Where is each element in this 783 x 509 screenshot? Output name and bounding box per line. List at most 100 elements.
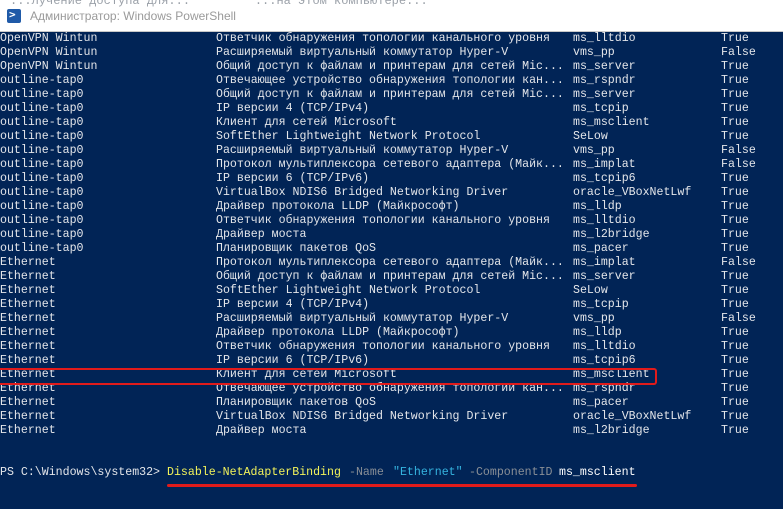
table-row: outline-tap0 Планировщик пакетов QoS ms_pa… <box>0 242 783 256</box>
adapter-name-cell: outline-tap0 <box>0 74 84 87</box>
adapter-name-cell: outline-tap0 <box>0 228 84 241</box>
adapter-name-cell: OpenVPN Wintun <box>0 46 98 59</box>
component-id-cell: ms_implat <box>573 158 636 171</box>
enabled-cell: True <box>721 354 749 367</box>
adapter-name-cell: Ethernet <box>0 410 56 423</box>
table-row: Ethernet Планировщик пакетов QoS ms_pacer T… <box>0 396 783 410</box>
table-row: outline-tap0 Драйвер протокола LLDP (Майк… <box>0 200 783 214</box>
componentid-value: ms_msclient <box>559 466 636 479</box>
component-id-cell: ms_tcpip6 <box>573 172 636 185</box>
enabled-cell: True <box>721 326 749 339</box>
enabled-cell: True <box>721 368 749 381</box>
display-name-cell: Общий доступ к файлам и принтерам для се… <box>216 88 564 101</box>
enabled-cell: True <box>721 116 749 129</box>
component-id-cell: ms_server <box>573 88 636 101</box>
display-name-cell: Драйвер протокола LLDP (Майкрософт) <box>216 200 460 213</box>
display-name-cell: Драйвер моста <box>216 424 307 437</box>
table-row: Ethernet IP версии 4 (TCP/IPv4) ms_tcpip Tr… <box>0 298 783 312</box>
component-id-cell: vms_pp <box>573 46 615 59</box>
enabled-cell: True <box>721 382 749 395</box>
table-row: outline-tap0 Расширяемый виртуальный комм… <box>0 144 783 158</box>
enabled-cell: True <box>721 298 749 311</box>
adapter-name-cell: OpenVPN Wintun <box>0 60 98 73</box>
command-line[interactable]: PS C:\Windows\system32> Disable-NetAdapt… <box>0 465 783 481</box>
display-name-cell: VirtualBox NDIS6 Bridged Networking Driv… <box>216 186 509 199</box>
table-row: Ethernet Общий доступ к файлам и принтера… <box>0 270 783 284</box>
table-row: Ethernet VirtualBox NDIS6 Bridged Network… <box>0 410 783 424</box>
adapter-name-cell: outline-tap0 <box>0 200 84 213</box>
adapter-name-cell: OpenVPN Wintun <box>0 32 98 45</box>
display-name-cell: VirtualBox NDIS6 Bridged Networking Driv… <box>216 410 509 423</box>
component-id-cell: ms_lldp <box>573 326 622 339</box>
adapter-name-cell: Ethernet <box>0 312 56 325</box>
powershell-icon: > <box>7 8 21 23</box>
table-row: OpenVPN Wintun Расширяемый виртуальный ко… <box>0 46 783 60</box>
component-id-cell: SeLow <box>573 284 608 297</box>
display-name-cell: Отвечающее устройство обнаружения тополо… <box>216 74 564 87</box>
table-row: Ethernet SoftEther Lightweight Network Pr… <box>0 284 783 298</box>
component-id-cell: ms_tcpip <box>573 298 629 311</box>
adapter-name-cell: Ethernet <box>0 284 56 297</box>
enabled-cell: False <box>721 46 756 59</box>
enabled-cell: True <box>721 228 749 241</box>
adapter-name-cell: outline-tap0 <box>0 116 84 129</box>
table-row: Ethernet Драйвер моста ms_l2bridge True <box>0 424 783 438</box>
component-id-cell: oracle_VBoxNetLwf <box>573 410 692 423</box>
display-name-cell: SoftEther Lightweight Network Protocol <box>216 284 481 297</box>
console-output[interactable]: OpenVPN Wintun Ответчик обнаружения топол… <box>0 32 783 509</box>
enabled-cell: True <box>721 396 749 409</box>
component-id-cell: ms_l2bridge <box>573 228 650 241</box>
display-name-cell: Расширяемый виртуальный коммутатор Hyper… <box>216 144 509 157</box>
adapter-name-cell: outline-tap0 <box>0 102 84 115</box>
componentid-parameter: -ComponentID <box>469 466 553 479</box>
adapter-name-cell: outline-tap0 <box>0 214 84 227</box>
component-id-cell: ms_lltdio <box>573 214 636 227</box>
display-name-cell: Протокол мультиплексора сетевого адаптер… <box>216 158 564 171</box>
table-row: outline-tap0 SoftEther Lightweight Networ… <box>0 130 783 144</box>
adapter-name-cell: Ethernet <box>0 256 56 269</box>
table-row: OpenVPN Wintun Ответчик обнаружения топол… <box>0 32 783 46</box>
adapter-name-cell: outline-tap0 <box>0 172 84 185</box>
adapter-name-cell: Ethernet <box>0 396 56 409</box>
table-row: outline-tap0 Отвечающее устройство обнару… <box>0 74 783 88</box>
adapter-name-cell: Ethernet <box>0 340 56 353</box>
display-name-cell: Расширяемый виртуальный коммутатор Hyper… <box>216 46 509 59</box>
component-id-cell: ms_pacer <box>573 396 629 409</box>
component-id-cell: ms_tcpip6 <box>573 354 636 367</box>
title-bar[interactable]: ...лучение доступа для... ...на этом ком… <box>0 0 783 32</box>
component-id-cell: ms_server <box>573 60 636 73</box>
enabled-cell: True <box>721 214 749 227</box>
table-row: Ethernet Ответчик обнаружения топологии к… <box>0 340 783 354</box>
component-id-cell: vms_pp <box>573 312 615 325</box>
table-row: outline-tap0 VirtualBox NDIS6 Bridged Net… <box>0 186 783 200</box>
display-name-cell: IP версии 6 (TCP/IPv6) <box>216 172 370 185</box>
enabled-cell: False <box>721 312 756 325</box>
table-row: Ethernet Протокол мультиплексора сетевого… <box>0 256 783 270</box>
adapter-name-cell: outline-tap0 <box>0 88 84 101</box>
table-row: Ethernet IP версии 6 (TCP/IPv6) ms_tcpip6 T… <box>0 354 783 368</box>
display-name-cell: IP версии 6 (TCP/IPv6) <box>216 354 370 367</box>
component-id-cell: ms_lldp <box>573 200 622 213</box>
display-name-cell: Общий доступ к файлам и принтерам для се… <box>216 60 564 73</box>
enabled-cell: True <box>721 74 749 87</box>
enabled-cell: True <box>721 88 749 101</box>
component-id-cell: ms_lltdio <box>573 340 636 353</box>
display-name-cell: Расширяемый виртуальный коммутатор Hyper… <box>216 312 509 325</box>
highlight-annotation-box <box>0 368 657 385</box>
component-id-cell: SeLow <box>573 130 608 143</box>
name-value: "Ethernet" <box>393 466 463 479</box>
enabled-cell: False <box>721 144 756 157</box>
adapter-name-cell: Ethernet <box>0 424 56 437</box>
display-name-cell: Клиент для сетей Microsoft <box>216 116 397 129</box>
display-name-cell: Драйвер моста <box>216 228 307 241</box>
table-row: Ethernet Драйвер протокола LLDP (Майкросо… <box>0 326 783 340</box>
prompt-text: PS C:\Windows\system32> <box>0 466 161 479</box>
display-name-cell: Ответчик обнаружения топологии канальног… <box>216 214 550 227</box>
adapter-name-cell: outline-tap0 <box>0 242 84 255</box>
enabled-cell: True <box>721 410 749 423</box>
enabled-cell: True <box>721 32 749 45</box>
enabled-cell: True <box>721 186 749 199</box>
adapter-name-cell: Ethernet <box>0 298 56 311</box>
component-id-cell: ms_implat <box>573 256 636 269</box>
table-row: outline-tap0 IP версии 6 (TCP/IPv6) ms_tcp… <box>0 172 783 186</box>
